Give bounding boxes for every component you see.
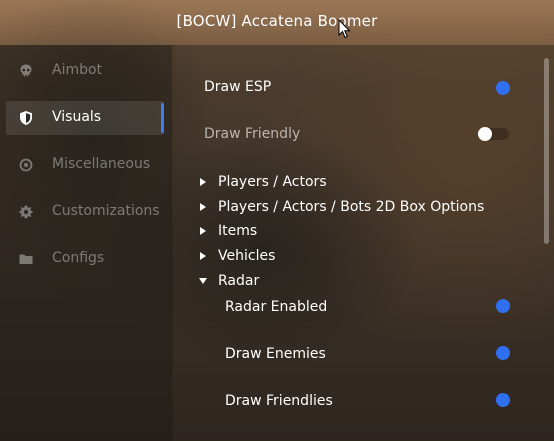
expanded-arrow-icon — [199, 278, 207, 284]
sidebar-item-customizations[interactable]: Customizations — [6, 195, 164, 229]
skull-icon — [20, 64, 32, 77]
tree-node-label: Items — [218, 223, 258, 239]
toggle-knob — [496, 81, 510, 95]
title-bar[interactable]: [BOCW] Accatena Boomer — [0, 0, 554, 45]
tree-node-label: Players / Actors / Bots 2D Box Options — [218, 199, 485, 215]
shield-icon — [20, 111, 32, 125]
draw-friendlies-label: Draw Friendlies — [225, 393, 333, 409]
mouse-cursor-icon — [338, 19, 351, 39]
window-title: [BOCW] Accatena Boomer — [176, 12, 378, 30]
tree-node-label: Radar — [218, 273, 260, 289]
collapsed-arrow-icon — [200, 252, 206, 260]
visuals-panel — [173, 45, 554, 441]
collapsed-arrow-icon — [200, 203, 206, 211]
target-icon — [19, 158, 33, 172]
draw-esp-label: Draw ESP — [204, 79, 272, 95]
draw-esp-toggle[interactable] — [476, 80, 510, 96]
sidebar-item-configs[interactable]: Configs — [6, 242, 164, 276]
sidebar-item-label: Visuals — [52, 109, 102, 125]
collapsed-arrow-icon — [200, 178, 206, 186]
draw-friendlies-toggle[interactable] — [476, 392, 510, 408]
gear-icon — [19, 205, 33, 219]
toggle-knob — [496, 299, 510, 313]
draw-friendly-label: Draw Friendly — [204, 126, 301, 142]
sidebar-item-label: Miscellaneous — [52, 156, 151, 172]
sidebar-item-label: Configs — [52, 250, 105, 266]
content-scrollbar[interactable] — [544, 58, 549, 244]
sidebar-item-label: Customizations — [52, 203, 160, 219]
sidebar-item-label: Aimbot — [52, 62, 103, 78]
draw-friendly-row: Draw Friendly — [204, 123, 524, 147]
draw-enemies-label: Draw Enemies — [225, 346, 326, 362]
sidebar-item-visuals[interactable]: Visuals — [6, 101, 164, 135]
toggle-knob — [496, 346, 510, 360]
folder-icon — [19, 254, 33, 264]
radar-enabled-label: Radar Enabled — [225, 299, 328, 315]
sidebar-item-miscellaneous[interactable]: Miscellaneous — [6, 148, 164, 182]
tree-node-label: Players / Actors — [218, 174, 327, 190]
collapsed-arrow-icon — [200, 227, 206, 235]
toggle-knob — [496, 393, 510, 407]
draw-enemies-toggle[interactable] — [476, 345, 510, 361]
sidebar-item-aimbot[interactable]: Aimbot — [6, 54, 164, 88]
toggle-knob — [478, 127, 492, 141]
draw-friendly-toggle[interactable] — [478, 126, 512, 142]
app-window: [BOCW] Accatena Boomer Aimbot Visuals Mi… — [0, 0, 554, 441]
radar-enabled-toggle[interactable] — [476, 298, 510, 314]
tree-node-label: Vehicles — [218, 248, 276, 264]
